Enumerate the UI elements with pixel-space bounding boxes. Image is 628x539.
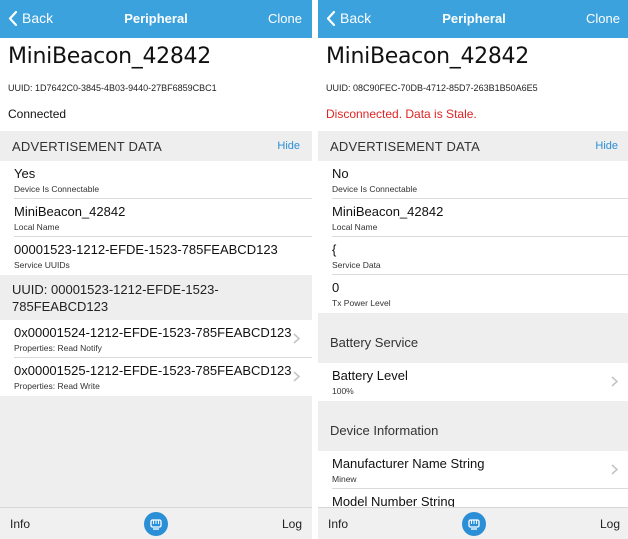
log-tab[interactable]: Log	[282, 517, 302, 531]
row-value: Yes	[14, 166, 36, 181]
row-value: 0	[332, 280, 340, 295]
chevron-left-icon	[326, 10, 335, 26]
characteristic-name: Model Number String	[332, 494, 455, 507]
service-header: UUID: 00001523-1212-EFDE-1523-785FEABCD1…	[0, 275, 312, 320]
back-label: Back	[340, 10, 372, 26]
info-tab[interactable]: Info	[328, 517, 348, 531]
adv-row-tx-power: 0 Tx Power Level	[332, 275, 628, 313]
chevron-left-icon	[8, 10, 17, 26]
row-label: Service Data	[332, 260, 381, 270]
adv-row-local-name: MiniBeacon_42842 Local Name	[14, 199, 312, 237]
back-label: Back	[22, 10, 54, 26]
row-label: Local Name	[332, 222, 378, 232]
characteristic-uuid: 0x00001525-1212-EFDE-1523-785FEABCD123	[14, 363, 292, 378]
chevron-right-icon	[611, 464, 618, 475]
fist-logo-icon[interactable]	[144, 512, 168, 536]
peripheral-header: MiniBeacon_42842 UUID: 08C90FEC-70DB-471…	[318, 38, 628, 131]
characteristic-properties: Properties: Read Write	[14, 381, 100, 391]
advertisement-data-list: Yes Device Is Connectable MiniBeacon_428…	[0, 161, 312, 275]
peripheral-screen-connected: Back Peripheral Clone MiniBeacon_42842 U…	[0, 0, 312, 539]
row-value: MiniBeacon_42842	[332, 204, 444, 219]
clone-button[interactable]: Clone	[268, 11, 302, 26]
scroll-content[interactable]: MiniBeacon_42842 UUID: 1D7642C0-3845-4B0…	[0, 38, 312, 507]
navigation-bar: Back Peripheral Clone	[318, 0, 628, 38]
device-uuid: UUID: 08C90FEC-70DB-4712-85D7-263B1B50A6…	[326, 83, 538, 93]
battery-service-list: Battery Level 100%	[318, 363, 628, 401]
row-value: 00001523-1212-EFDE-1523-785FEABCD123	[14, 242, 278, 257]
characteristic-value: 100%	[332, 386, 354, 396]
clone-button[interactable]: Clone	[586, 11, 620, 26]
back-button[interactable]: Back	[8, 10, 53, 26]
row-label: Device Is Connectable	[332, 184, 418, 194]
adv-row-connectable: Yes Device Is Connectable	[14, 161, 312, 199]
battery-service-header: Battery Service	[318, 313, 628, 363]
chevron-right-icon	[611, 376, 618, 387]
tab-bar: Info Log	[0, 507, 312, 539]
tab-bar: Info Log	[318, 507, 628, 539]
row-label: Tx Power Level	[332, 298, 391, 308]
device-information-header: Device Information	[318, 401, 628, 451]
row-value: MiniBeacon_42842	[14, 204, 126, 219]
advertisement-data-header: ADVERTISEMENT DATA Hide	[318, 131, 628, 161]
hide-button[interactable]: Hide	[595, 140, 618, 152]
chevron-right-icon	[293, 371, 300, 382]
characteristic-name: Manufacturer Name String	[332, 456, 485, 471]
adv-row-service-uuids: 00001523-1212-EFDE-1523-785FEABCD123 Ser…	[14, 237, 312, 275]
battery-level-row[interactable]: Battery Level 100%	[332, 363, 628, 401]
fist-logo-icon[interactable]	[462, 512, 486, 536]
row-label: Local Name	[14, 222, 60, 232]
back-button[interactable]: Back	[326, 10, 371, 26]
device-name: MiniBeacon_42842	[8, 44, 211, 69]
characteristic-row[interactable]: 0x00001525-1212-EFDE-1523-785FEABCD123 P…	[14, 358, 312, 396]
characteristic-properties: Properties: Read Notify	[14, 343, 102, 353]
device-uuid: UUID: 1D7642C0-3845-4B03-9440-27BF6859CB…	[8, 83, 217, 93]
characteristic-row[interactable]: 0x00001524-1212-EFDE-1523-785FEABCD123 P…	[14, 320, 312, 358]
manufacturer-name-row[interactable]: Manufacturer Name String Minew	[332, 451, 628, 489]
characteristic-value: Minew	[332, 474, 357, 484]
service-uuid-title: UUID: 00001523-1212-EFDE-1523-785FEABCD1…	[12, 282, 219, 314]
row-label: Device Is Connectable	[14, 184, 100, 194]
log-tab[interactable]: Log	[600, 517, 620, 531]
device-name: MiniBeacon_42842	[326, 44, 529, 69]
scroll-content[interactable]: MiniBeacon_42842 UUID: 08C90FEC-70DB-471…	[318, 38, 628, 507]
peripheral-header: MiniBeacon_42842 UUID: 1D7642C0-3845-4B0…	[0, 38, 312, 131]
adv-row-connectable: No Device Is Connectable	[332, 161, 628, 199]
advertisement-data-header: ADVERTISEMENT DATA Hide	[0, 131, 312, 161]
group-title: Battery Service	[330, 335, 419, 350]
group-title: Device Information	[330, 423, 439, 438]
characteristic-uuid: 0x00001524-1212-EFDE-1523-785FEABCD123	[14, 325, 292, 340]
navigation-bar: Back Peripheral Clone	[0, 0, 312, 38]
fist-glyph-icon	[150, 519, 162, 530]
characteristics-list: 0x00001524-1212-EFDE-1523-785FEABCD123 P…	[0, 320, 312, 396]
row-value: {	[332, 242, 337, 257]
info-tab[interactable]: Info	[10, 517, 30, 531]
connection-status: Disconnected. Data is Stale.	[326, 107, 477, 121]
characteristic-name: Battery Level	[332, 368, 408, 383]
section-title: ADVERTISEMENT DATA	[12, 139, 162, 154]
model-number-row[interactable]: Model Number String	[332, 489, 628, 507]
device-information-list: Manufacturer Name String Minew Model Num…	[318, 451, 628, 507]
chevron-right-icon	[293, 333, 300, 344]
hide-button[interactable]: Hide	[277, 140, 300, 152]
row-label: Service UUIDs	[14, 260, 70, 270]
adv-row-service-data: { Service Data	[332, 237, 628, 275]
peripheral-screen-disconnected: Back Peripheral Clone MiniBeacon_42842 U…	[318, 0, 628, 539]
advertisement-data-list: No Device Is Connectable MiniBeacon_4284…	[318, 161, 628, 313]
adv-row-local-name: MiniBeacon_42842 Local Name	[332, 199, 628, 237]
section-title: ADVERTISEMENT DATA	[330, 139, 480, 154]
row-value: No	[332, 166, 349, 181]
fist-glyph-icon	[468, 519, 480, 530]
connection-status: Connected	[8, 107, 67, 121]
